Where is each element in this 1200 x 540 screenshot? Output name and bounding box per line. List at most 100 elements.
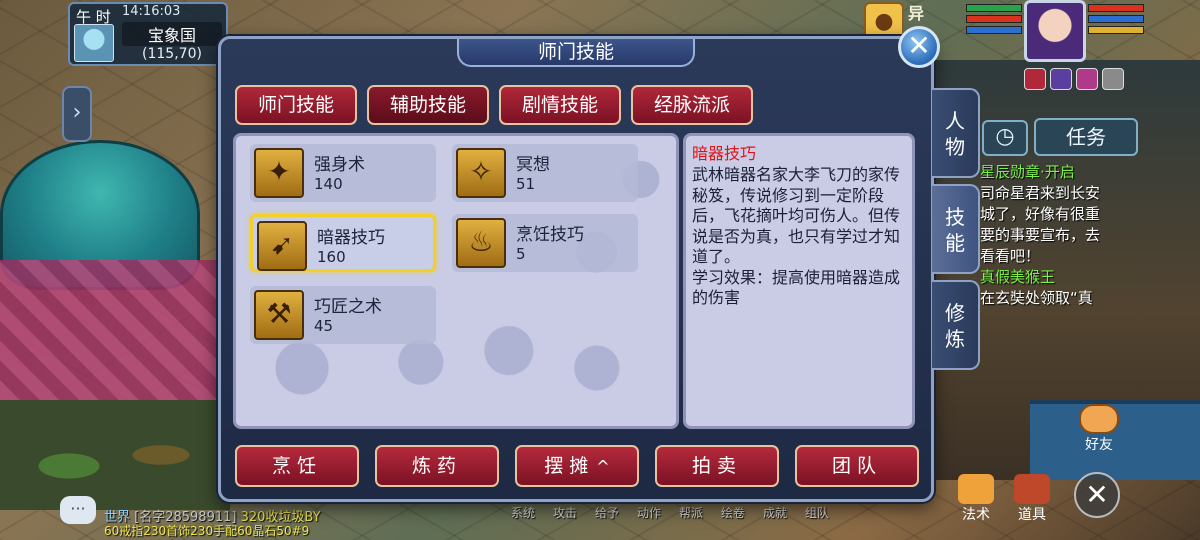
spells-label: 法术 <box>962 507 990 523</box>
skill-slot-dart[interactable]: ➹ 暗器技巧 160 <box>250 214 436 272</box>
player-hp-bar <box>1088 4 1144 12</box>
task-line: 在玄奘处领取“真 <box>980 289 1093 307</box>
player-mp-bar <box>1088 15 1144 23</box>
side-tab-cultivation[interactable]: 修炼 <box>932 280 980 370</box>
side-tab-skills[interactable]: 技能 <box>932 184 980 274</box>
meditation-icon: ✧ <box>456 148 506 198</box>
description-title: 暗器技巧 <box>692 144 757 163</box>
skill-slot-craftsman[interactable]: ⚒ 巧匠之术 45 <box>250 286 436 344</box>
tab-meridian-school[interactable]: 经脉流派 <box>631 85 753 125</box>
spells-button[interactable]: 法术 <box>954 474 998 524</box>
auction-button[interactable]: 拍卖 <box>655 445 779 487</box>
action-label: 拍卖 <box>691 455 742 477</box>
map-name: 宝象国 <box>122 22 222 46</box>
action-label: 烹饪 <box>271 455 322 477</box>
task-line: 要的事要宣布，去 <box>980 226 1101 244</box>
pet-status-bars <box>966 4 1022 37</box>
tab-sect-skills[interactable]: 师门技能 <box>235 85 357 125</box>
cooking-button[interactable]: 烹饪 <box>235 445 359 487</box>
bottom-menu: 系统 攻击 给予 动作 帮派 绘卷 成就 组队 <box>508 504 832 521</box>
skill-level: 45 <box>314 317 334 335</box>
tab-story-skills[interactable]: 剧情技能 <box>499 85 621 125</box>
menu-system[interactable]: 系统 <box>508 504 538 521</box>
side-tab-character[interactable]: 人物 <box>932 88 980 178</box>
task-tracker[interactable]: 星辰勋章·开启 司命星君来到长安 城了，好像有很重 要的事要宣布，去 看看吧！ … <box>980 162 1130 309</box>
side-tab-label: 人物 <box>945 109 965 159</box>
collapse-menu-button[interactable]: ✕ <box>1074 472 1120 518</box>
carpet-scenery <box>0 260 230 400</box>
player-anger-bar <box>1088 26 1144 34</box>
side-tab-label: 修炼 <box>945 301 965 351</box>
task-button[interactable]: 任务 <box>1034 118 1138 156</box>
skill-slot-strength[interactable]: ✦ 强身术 140 <box>250 144 436 202</box>
team-button[interactable]: 团队 <box>795 445 919 487</box>
time-location-hud[interactable]: 午 时 14:16:03 宝象国 (115,70) <box>68 2 228 66</box>
orb-buff-icon[interactable] <box>1050 68 1072 90</box>
pots-scenery <box>0 400 230 510</box>
dart-icon: ➹ <box>257 221 307 271</box>
flower-buff-icon[interactable] <box>1076 68 1098 90</box>
alchemy-button[interactable]: 炼药 <box>375 445 499 487</box>
task-line: 真假美猴王 <box>980 268 1056 286</box>
action-label: 炼药 <box>411 455 462 477</box>
skill-name: 暗器技巧 <box>317 228 385 248</box>
task-line: 司命星君来到长安 <box>980 184 1101 202</box>
description-body: 武林暗器名家大李飞刀的家传秘笈，传说修习到一定阶段后，飞花摘叶均可伤人。但传说是… <box>692 165 901 266</box>
skill-name: 强身术 <box>314 155 365 175</box>
cooking-icon: ♨ <box>456 218 506 268</box>
pet-hp-bar <box>966 4 1022 12</box>
description-effect: 学习效果：提高使用暗器造成的伤害 <box>692 267 901 308</box>
chat-bubble-icon[interactable]: ··· <box>60 496 96 524</box>
chevron-up-icon: ^ <box>596 457 610 476</box>
action-buttons: 烹饪 炼药 摆摊 ^ 拍卖 团队 <box>235 445 919 487</box>
skill-name: 冥想 <box>516 155 550 175</box>
strength-icon: ✦ <box>254 148 304 198</box>
action-label: 团队 <box>831 455 882 477</box>
close-dialog-button[interactable]: ✕ <box>898 26 940 68</box>
skill-slot-cooking[interactable]: ♨ 烹饪技巧 5 <box>452 214 638 272</box>
close-icon: ✕ <box>907 29 931 62</box>
chat-message-continued: 60戒指230首饰230手配60晶石50#9 <box>104 524 310 538</box>
timer-icon[interactable]: ◷ <box>982 120 1028 156</box>
menu-guild[interactable]: 帮派 <box>676 504 706 521</box>
skills-dialog: 师门技能 师门技能 辅助技能 剧情技能 经脉流派 ✦ 强身术 140 ✧ 冥想 … <box>218 36 934 502</box>
tab-support-skills[interactable]: 辅助技能 <box>367 85 489 125</box>
minimap-icon[interactable] <box>74 24 114 62</box>
side-tab-label: 技能 <box>945 205 965 255</box>
skill-level: 140 <box>314 175 343 193</box>
skill-category-tabs: 师门技能 辅助技能 剧情技能 经脉流派 <box>235 85 753 125</box>
bell-icon <box>958 474 994 504</box>
map-coordinates: (115,70) <box>142 46 202 62</box>
skill-slot-meditation[interactable]: ✧ 冥想 51 <box>452 144 638 202</box>
items-button[interactable]: 道具 <box>1010 474 1054 524</box>
heart-buff-icon[interactable] <box>1024 68 1046 90</box>
treasure-chest-icon <box>1014 474 1050 504</box>
player-portrait[interactable] <box>1024 0 1086 62</box>
stall-button[interactable]: 摆摊 ^ <box>515 445 639 487</box>
expand-left-panel-button[interactable]: › <box>62 86 92 142</box>
skill-list-panel: ✦ 强身术 140 ✧ 冥想 51 ➹ 暗器技巧 160 ♨ 烹饪技巧 5 ⚒ … <box>233 133 679 429</box>
menu-attack[interactable]: 攻击 <box>550 504 580 521</box>
skill-level: 160 <box>317 248 346 266</box>
menu-action[interactable]: 动作 <box>634 504 664 521</box>
friends-label: 好友 <box>1085 437 1113 453</box>
dialog-title: 师门技能 <box>457 39 695 67</box>
action-label: 摆摊 <box>544 455 595 477</box>
pet-exp-bar <box>966 26 1022 34</box>
menu-scroll[interactable]: 绘卷 <box>718 504 748 521</box>
chevron-right-icon: › <box>72 100 82 125</box>
menu-achievement[interactable]: 成就 <box>760 504 790 521</box>
skill-level: 51 <box>516 175 536 193</box>
menu-give[interactable]: 给予 <box>592 504 622 521</box>
friends-button[interactable]: 好友 <box>1076 404 1122 456</box>
task-line: 城了，好像有很重 <box>980 205 1101 223</box>
pet-mp-bar <box>966 15 1022 23</box>
menu-team[interactable]: 组队 <box>802 504 832 521</box>
skill-name: 巧匠之术 <box>314 297 382 317</box>
items-label: 道具 <box>1018 507 1046 523</box>
skill-name: 烹饪技巧 <box>516 225 584 245</box>
close-icon: ✕ <box>1085 478 1109 511</box>
player-status-bars <box>1088 4 1144 37</box>
gem-buff-icon[interactable] <box>1102 68 1124 90</box>
buff-icons <box>1024 68 1124 90</box>
